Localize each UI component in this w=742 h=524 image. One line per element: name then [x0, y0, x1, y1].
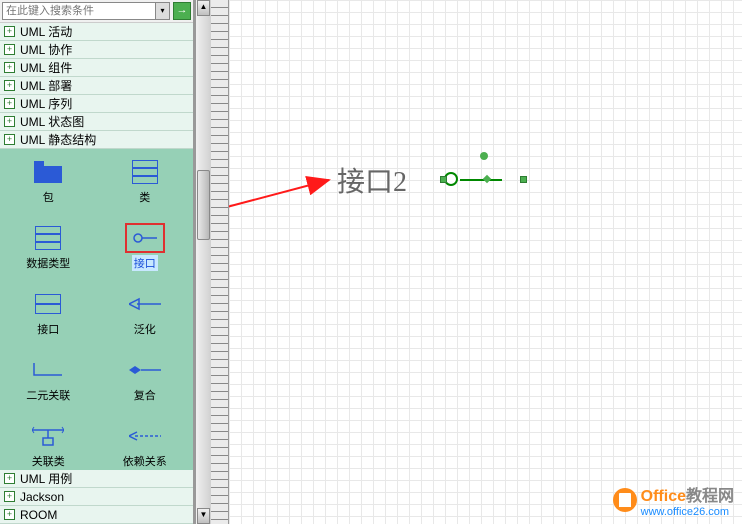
tree-item-uml-static[interactable]: +UML 静态结构: [0, 131, 193, 149]
selection-handle-left[interactable]: [440, 176, 447, 183]
shape-generalization[interactable]: 泛化: [101, 289, 190, 337]
expand-icon[interactable]: +: [4, 62, 15, 73]
lollipop-line: [460, 179, 502, 181]
annotation-label: 接口2: [337, 160, 407, 200]
scrollbar-thumb[interactable]: [197, 170, 210, 240]
tree-item-uml-deploy[interactable]: +UML 部署: [0, 77, 193, 95]
expand-icon[interactable]: +: [4, 509, 15, 520]
watermark-url: www.office26.com: [641, 506, 734, 518]
shape-dependency[interactable]: 依赖关系: [101, 421, 190, 469]
tree-item-uml-activity[interactable]: +UML 活动: [0, 23, 193, 41]
tree-item-uml-sequence[interactable]: +UML 序列: [0, 95, 193, 113]
shape-binary-assoc[interactable]: 二元关联: [4, 355, 93, 403]
tree-item-uml-collab[interactable]: +UML 协作: [0, 41, 193, 59]
drawing-canvas[interactable]: 接口2 Office教程网 www.office26.com: [229, 0, 742, 524]
tree-top: +UML 活动 +UML 协作 +UML 组件 +UML 部署 +UML 序列 …: [0, 23, 193, 149]
expand-icon[interactable]: +: [4, 473, 15, 484]
shapes-panel: 包 类 数据类型 接口 接口: [0, 149, 193, 470]
shape-package[interactable]: 包: [4, 157, 93, 205]
rotation-handle[interactable]: [480, 152, 488, 160]
watermark-icon: [613, 488, 637, 512]
search-input[interactable]: [2, 2, 156, 20]
tree-item-jackson[interactable]: +Jackson: [0, 488, 193, 506]
expand-icon[interactable]: +: [4, 116, 15, 127]
tree-item-uml-usecase[interactable]: +UML 用例: [0, 470, 193, 488]
expand-icon[interactable]: +: [4, 491, 15, 502]
shape-composition[interactable]: 复合: [101, 355, 190, 403]
selection-handle-right[interactable]: [520, 176, 527, 183]
scroll-up-icon[interactable]: ▲: [197, 0, 210, 16]
tree-item-uml-state[interactable]: +UML 状态图: [0, 113, 193, 131]
tree-item-uml-component[interactable]: +UML 组件: [0, 59, 193, 77]
interface-shape-instance[interactable]: [444, 170, 524, 190]
shape-interface-box[interactable]: 接口: [4, 289, 93, 337]
connect-handle[interactable]: [483, 175, 491, 183]
shape-assoc-class[interactable]: 关联类: [4, 421, 93, 469]
scroll-down-icon[interactable]: ▼: [197, 508, 210, 524]
shape-class[interactable]: 类: [101, 157, 190, 205]
sidebar: ▾ → +UML 活动 +UML 协作 +UML 组件 +UML 部署 +UML…: [0, 0, 195, 524]
shape-datatype[interactable]: 数据类型: [4, 223, 93, 271]
sidebar-scrollbar[interactable]: ▲ ▼: [195, 0, 211, 524]
tree-item-room[interactable]: +ROOM: [0, 506, 193, 524]
tree-bottom: +UML 用例 +Jackson +ROOM: [0, 470, 193, 524]
expand-icon[interactable]: +: [4, 80, 15, 91]
expand-icon[interactable]: +: [4, 98, 15, 109]
expand-icon[interactable]: +: [4, 134, 15, 145]
watermark: Office教程网 www.office26.com: [613, 482, 734, 518]
expand-icon[interactable]: +: [4, 26, 15, 37]
watermark-brand: Office教程网: [641, 482, 734, 506]
search-bar: ▾ →: [0, 0, 193, 23]
annotation-arrow: [229, 0, 742, 280]
shape-interface-lollipop[interactable]: 接口: [101, 223, 190, 271]
search-go-button[interactable]: →: [173, 2, 191, 20]
vertical-ruler: [211, 0, 229, 524]
search-dropdown[interactable]: ▾: [156, 2, 170, 20]
expand-icon[interactable]: +: [4, 44, 15, 55]
canvas-area: 接口2 Office教程网 www.office26.com: [211, 0, 742, 524]
